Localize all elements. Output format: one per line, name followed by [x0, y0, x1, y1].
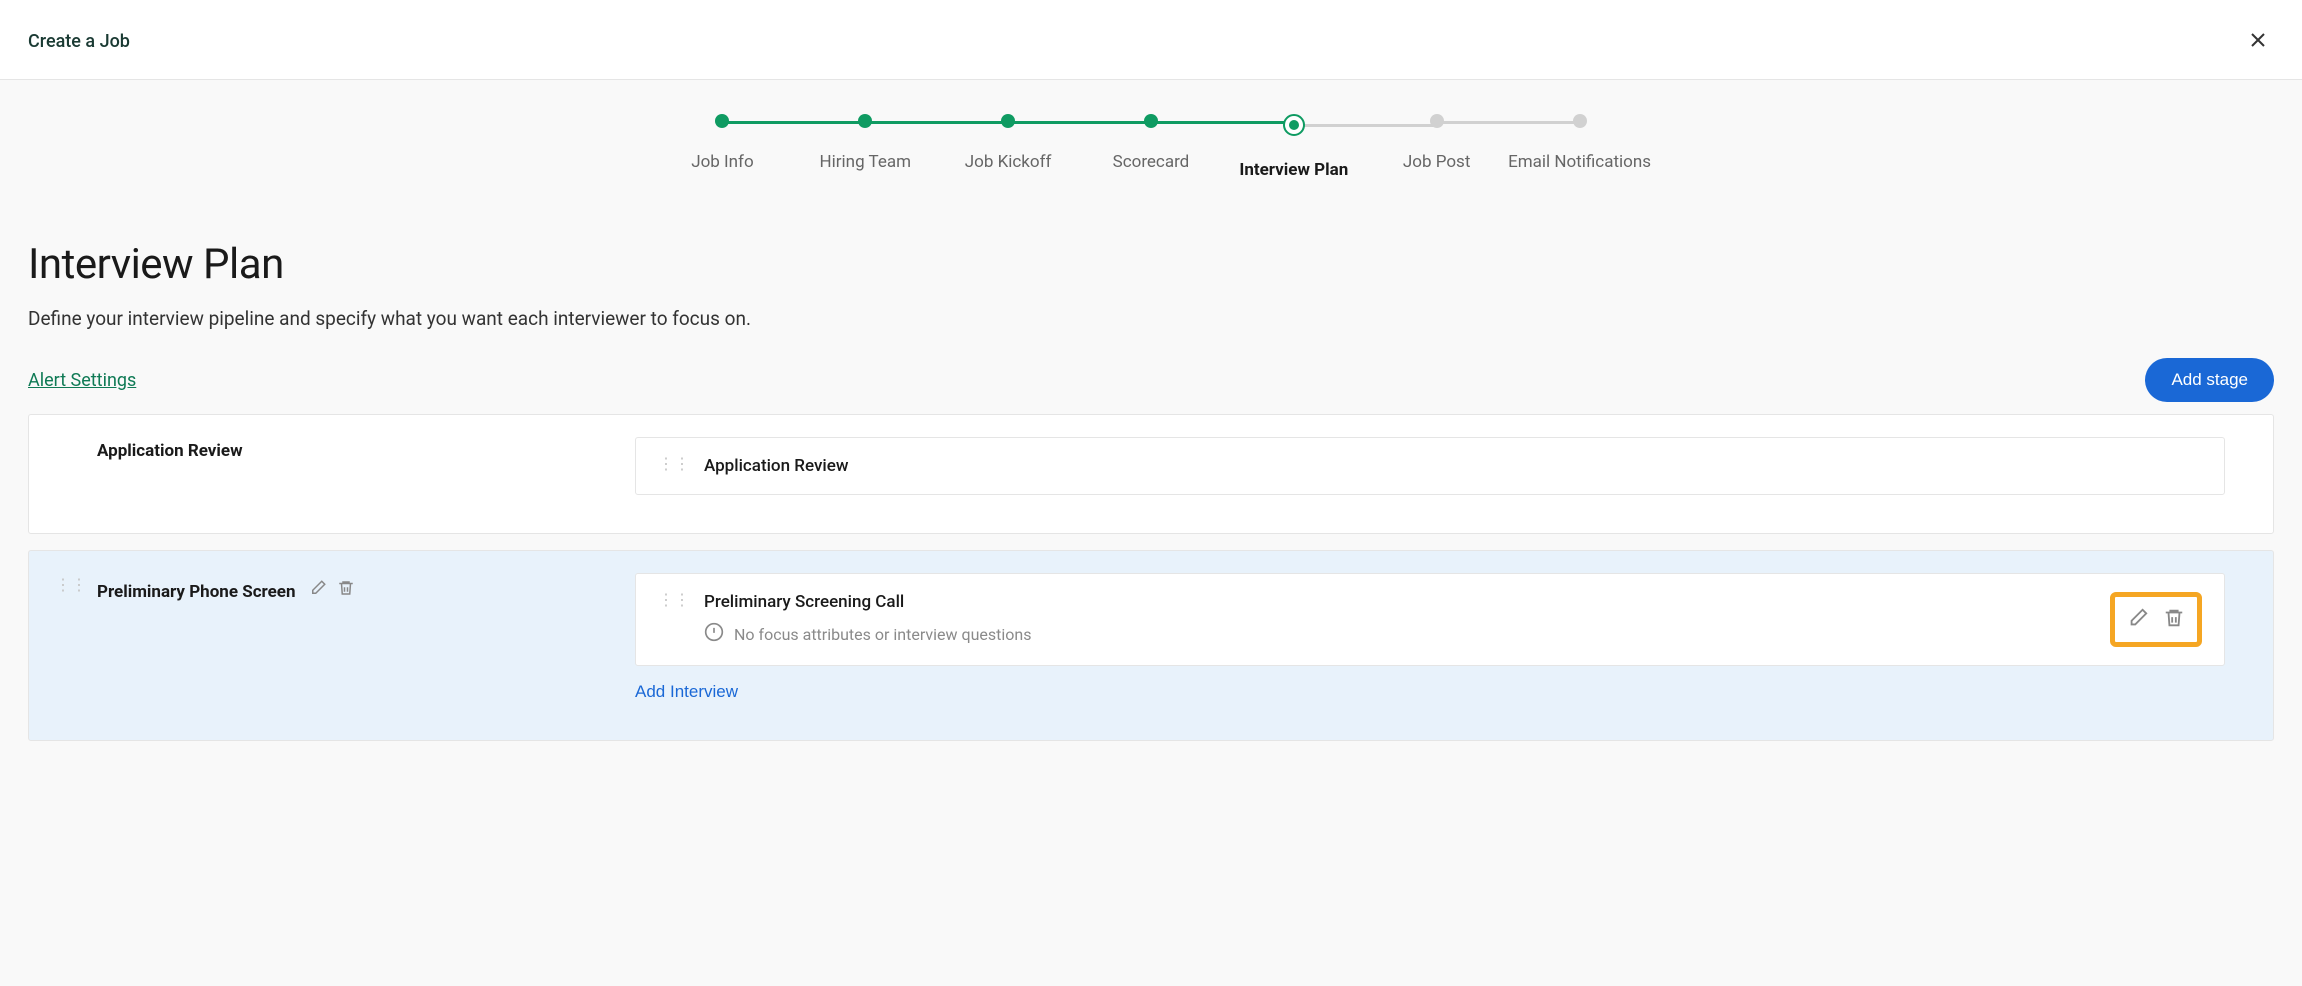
alert-settings-link[interactable]: Alert Settings [28, 370, 136, 391]
delete-stage-button[interactable] [335, 577, 357, 602]
close-icon [2246, 28, 2270, 52]
actions-row: Alert Settings Add stage [28, 358, 2274, 402]
stage-card: ⋮⋮ Preliminary Phone Screen ⋮⋮ Prelimina… [28, 550, 2274, 741]
interview-content: Preliminary Screening Call No focus attr… [704, 592, 2096, 646]
interview-warning-text: No focus attributes or interview questio… [734, 625, 1032, 644]
progress-stepper: Job Info Hiring Team Job Kickoff Scoreca… [651, 114, 1651, 180]
stage-interviews: ⋮⋮ Application Review [635, 437, 2225, 495]
delete-interview-button[interactable] [2161, 605, 2187, 634]
step-label: Interview Plan [1239, 160, 1348, 180]
stage-interviews: ⋮⋮ Preliminary Screening Call No focus a… [635, 573, 2225, 702]
drag-handle-icon[interactable]: ⋮⋮ [658, 459, 690, 469]
interview-content: Application Review [704, 456, 2202, 476]
step-dot-icon [1573, 114, 1587, 128]
step-dot-icon [1144, 114, 1158, 128]
stage-actions [307, 577, 357, 602]
step-connector [1437, 121, 1580, 124]
step-connector [1008, 121, 1151, 124]
highlighted-actions [2110, 592, 2202, 647]
trash-icon [337, 579, 355, 597]
add-stage-button[interactable]: Add stage [2145, 358, 2274, 402]
step-dot-icon [715, 114, 729, 128]
step-connector [865, 121, 1008, 124]
pencil-icon [2127, 607, 2149, 629]
step-connector [1151, 121, 1294, 124]
interview-title: Preliminary Screening Call [704, 592, 2096, 612]
edit-interview-button[interactable] [2125, 605, 2151, 634]
edit-stage-button[interactable] [307, 577, 329, 602]
stage-card: Application Review ⋮⋮ Application Review [28, 414, 2274, 534]
pencil-icon [309, 579, 327, 597]
page-title: Interview Plan [28, 240, 2274, 289]
step-job-info[interactable]: Job Info [651, 114, 794, 172]
interview-actions [2110, 592, 2202, 647]
step-connector [1294, 124, 1437, 127]
step-label: Job Info [691, 152, 753, 172]
step-label: Hiring Team [820, 152, 911, 172]
stage-header: ⋮⋮ Preliminary Phone Screen [55, 573, 615, 702]
step-dot-icon [1430, 114, 1444, 128]
drag-handle-icon[interactable]: ⋮⋮ [55, 580, 87, 590]
stage-name: Preliminary Phone Screen [97, 582, 296, 602]
modal-header: Create a Job [0, 0, 2302, 80]
step-dot-icon [858, 114, 872, 128]
interview-item: ⋮⋮ Application Review [635, 437, 2225, 495]
drag-handle-icon[interactable]: ⋮⋮ [658, 595, 690, 605]
stage-name: Application Review [97, 441, 243, 461]
step-job-post[interactable]: Job Post [1365, 114, 1508, 172]
modal-body: Job Info Hiring Team Job Kickoff Scoreca… [0, 80, 2302, 986]
page-description: Define your interview pipeline and speci… [28, 307, 2274, 330]
step-label: Job Kickoff [965, 152, 1052, 172]
step-connector [722, 121, 865, 124]
close-button[interactable] [2242, 24, 2274, 59]
step-dot-icon [1001, 114, 1015, 128]
interview-title: Application Review [704, 456, 2202, 476]
step-label: Scorecard [1113, 152, 1190, 172]
interview-item: ⋮⋮ Preliminary Screening Call No focus a… [635, 573, 2225, 666]
stage-header: Application Review [55, 437, 615, 495]
modal-title: Create a Job [28, 31, 130, 52]
step-dot-current-icon [1283, 114, 1305, 136]
trash-icon [2163, 607, 2185, 629]
step-label: Job Post [1403, 152, 1471, 172]
add-interview-button[interactable]: Add Interview [635, 682, 738, 702]
step-label: Email Notifications [1508, 152, 1651, 172]
warning-icon [704, 622, 724, 646]
interview-warning: No focus attributes or interview questio… [704, 622, 2096, 646]
